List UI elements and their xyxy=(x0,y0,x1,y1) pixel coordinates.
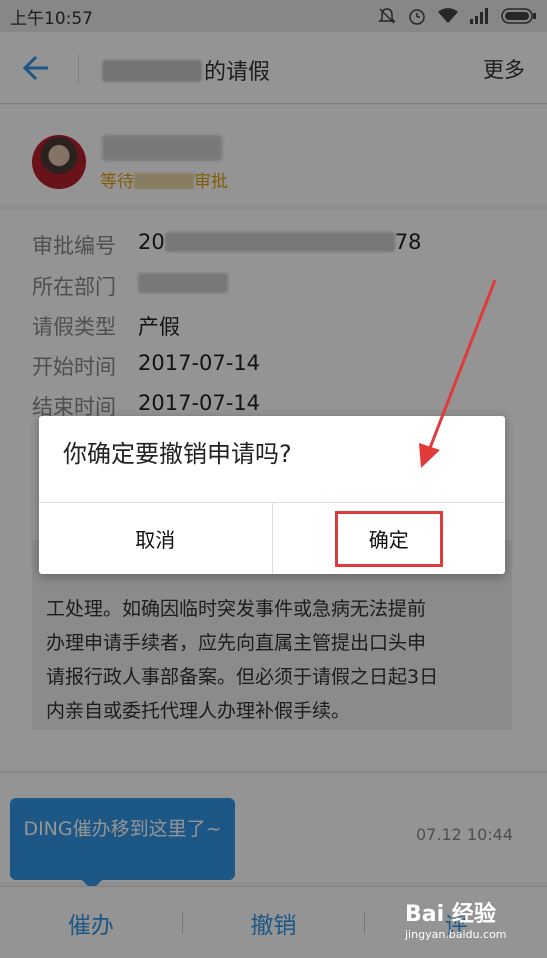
dialog-buttons: 取消 确定 xyxy=(39,502,505,574)
confirm-highlight: 确定 xyxy=(334,510,443,567)
dialog-message: 你确定要撤销申请吗? xyxy=(63,440,292,468)
confirm-dialog: 你确定要撤销申请吗? 取消 确定 xyxy=(39,416,505,574)
baidu-watermark: Bai 经验 jingyan.baidu.com xyxy=(405,896,525,946)
cancel-button[interactable]: 取消 xyxy=(39,503,273,574)
watermark-url: jingyan.baidu.com xyxy=(405,928,507,941)
confirm-button[interactable]: 确定 xyxy=(273,503,506,574)
watermark-logo: Bai 经验 xyxy=(405,902,496,927)
confirm-label: 确定 xyxy=(368,528,409,552)
cancel-label: 取消 xyxy=(135,528,176,552)
